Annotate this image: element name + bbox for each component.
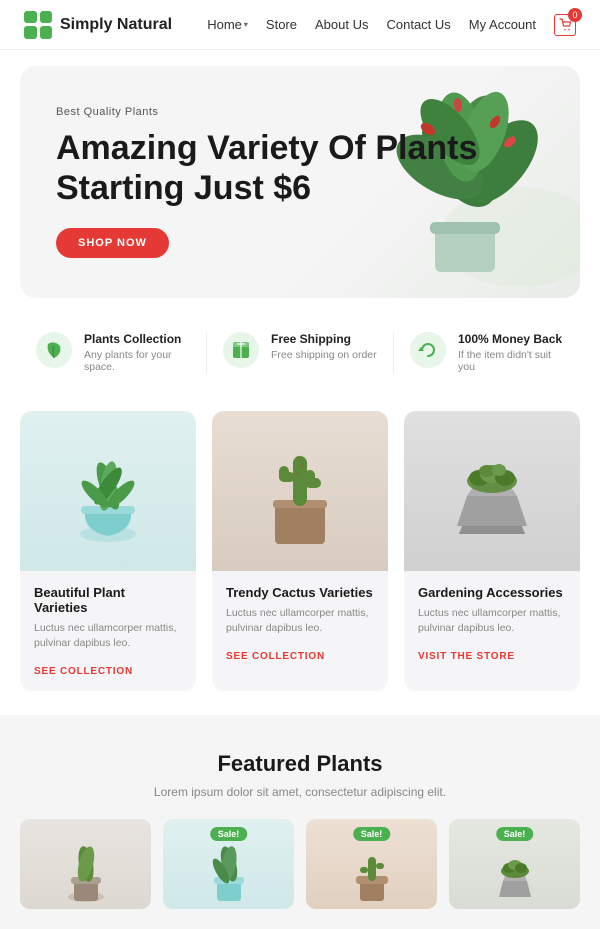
card-image-plants <box>20 411 196 571</box>
card-title-cactus: Trendy Cactus Varieties <box>226 585 374 600</box>
featured-desc: Lorem ipsum dolor sit amet, consectetur … <box>20 785 580 799</box>
card-title-accessories: Gardening Accessories <box>418 585 566 600</box>
sale-badge-2: Sale! <box>210 827 248 841</box>
sale-badge-3: Sale! <box>353 827 391 841</box>
refresh-icon <box>410 332 446 368</box>
card-desc-accessories: Luctus nec ullamcorper mattis, pulvinar … <box>418 606 566 635</box>
card-image-cactus <box>212 411 388 571</box>
feature-free-shipping: Free Shipping Free shipping on order <box>206 332 393 373</box>
card-link-plants[interactable]: SEE COLLECTION <box>34 666 133 677</box>
featured-section: Featured Plants Lorem ipsum dolor sit am… <box>0 715 600 929</box>
feature-desc-plants: Any plants for your space. <box>84 349 190 373</box>
collection-section: Beautiful Plant Varieties Luctus nec ull… <box>0 391 600 714</box>
card-desc-cactus: Luctus nec ullamcorper mattis, pulvinar … <box>226 606 374 635</box>
cart-count: 0 <box>568 8 582 22</box>
features-bar: Plants Collection Any plants for your sp… <box>0 314 600 391</box>
collection-card-plants: Beautiful Plant Varieties Luctus nec ull… <box>20 411 196 690</box>
nav-store[interactable]: Store <box>266 17 297 32</box>
logo-text: Simply Natural <box>60 16 172 34</box>
featured-card-2[interactable]: Sale! <box>163 819 294 909</box>
feature-money-back: 100% Money Back If the item didn't suit … <box>393 332 580 373</box>
card-image-accessories <box>404 411 580 571</box>
hero-title: Amazing Variety Of Plants Starting Just … <box>56 128 544 208</box>
nav-home[interactable]: Home ▾ <box>207 17 248 32</box>
card-title-plants: Beautiful Plant Varieties <box>34 585 182 615</box>
main-nav: Home ▾ Store About Us Contact Us My Acco… <box>207 14 576 36</box>
box-icon <box>223 332 259 368</box>
hero-tag: Best Quality Plants <box>56 106 544 118</box>
nav-account[interactable]: My Account <box>469 17 536 32</box>
featured-card-1[interactable] <box>20 819 151 909</box>
site-header: Simply Natural Home ▾ Store About Us Con… <box>0 0 600 50</box>
logo-icon <box>24 11 52 39</box>
card-link-accessories[interactable]: VISIT THE STORE <box>418 651 515 662</box>
card-link-cactus[interactable]: SEE COLLECTION <box>226 651 325 662</box>
featured-card-3[interactable]: Sale! <box>306 819 437 909</box>
featured-card-image-1 <box>20 819 151 909</box>
featured-grid: Sale! Sale! <box>20 819 580 909</box>
logo[interactable]: Simply Natural <box>24 11 172 39</box>
hero-section: Best Quality Plants Amazing Variety Of P… <box>20 66 580 298</box>
feature-plants-collection: Plants Collection Any plants for your sp… <box>20 332 206 373</box>
feature-desc-shipping: Free shipping on order <box>271 349 377 361</box>
leaf-icon <box>36 332 72 368</box>
featured-card-4[interactable]: Sale! <box>449 819 580 909</box>
nav-contact[interactable]: Contact Us <box>386 17 450 32</box>
collection-card-cactus: Trendy Cactus Varieties Luctus nec ullam… <box>212 411 388 690</box>
feature-title-plants: Plants Collection <box>84 332 190 346</box>
feature-desc-money-back: If the item didn't suit you <box>458 349 564 373</box>
card-desc-plants: Luctus nec ullamcorper mattis, pulvinar … <box>34 621 182 650</box>
cart-button[interactable]: 0 <box>554 14 576 36</box>
featured-title: Featured Plants <box>20 751 580 777</box>
hero-content: Best Quality Plants Amazing Variety Of P… <box>56 106 544 258</box>
collection-card-accessories: Gardening Accessories Luctus nec ullamco… <box>404 411 580 690</box>
chevron-down-icon: ▾ <box>244 20 248 29</box>
nav-about[interactable]: About Us <box>315 17 368 32</box>
sale-badge-4: Sale! <box>496 827 534 841</box>
shop-now-button[interactable]: SHOP NOW <box>56 228 169 258</box>
feature-title-shipping: Free Shipping <box>271 332 377 346</box>
feature-title-money-back: 100% Money Back <box>458 332 564 346</box>
